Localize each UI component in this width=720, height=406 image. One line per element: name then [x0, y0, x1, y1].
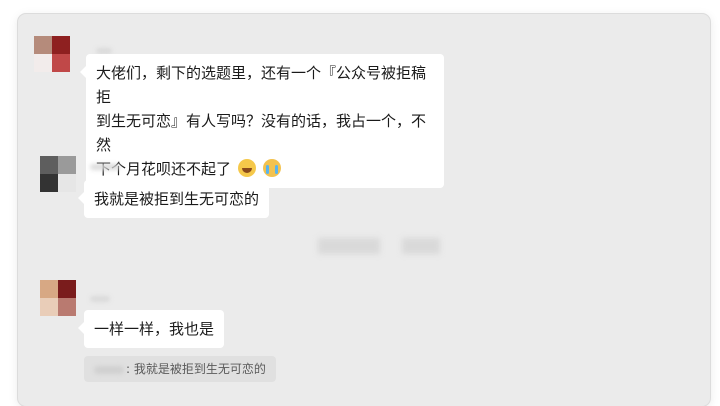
message-text: 一样一样，我也是 — [94, 320, 215, 338]
avatar[interactable] — [40, 280, 76, 316]
avatar[interactable] — [34, 36, 70, 72]
laughing-crying-emoji-icon — [237, 159, 256, 177]
blurred-system-notice — [402, 238, 440, 254]
sender-name-redacted — [90, 164, 120, 170]
message-text-line: 大佬们，剩下的选题里，还有一个『公众号被拒稿拒 — [96, 64, 427, 106]
message-text-line: 到生无可恋』有人写吗？没有的话，我占一个，不然 — [96, 112, 427, 154]
quoted-text: : 我就是被拒到生无可恋的 — [126, 362, 266, 376]
crying-emoji-icon — [262, 159, 281, 177]
message-bubble[interactable]: 大佬们，剩下的选题里，还有一个『公众号被拒稿拒 到生无可恋』有人写吗？没有的话，… — [80, 54, 444, 188]
sender-name-redacted — [90, 296, 110, 302]
message-text: 我就是被拒到生无可恋的 — [94, 190, 260, 208]
chat-window: 大佬们，剩下的选题里，还有一个『公众号被拒稿拒 到生无可恋』有人写吗？没有的话，… — [18, 14, 710, 406]
quoted-message[interactable]: : 我就是被拒到生无可恋的 — [84, 356, 276, 382]
message-bubble[interactable]: 一样一样，我也是 — [77, 310, 225, 348]
blurred-system-notice — [318, 238, 380, 254]
quoted-sender-redacted — [94, 365, 124, 374]
message-bubble[interactable]: 我就是被拒到生无可恋的 — [77, 180, 270, 218]
avatar[interactable] — [40, 156, 76, 192]
